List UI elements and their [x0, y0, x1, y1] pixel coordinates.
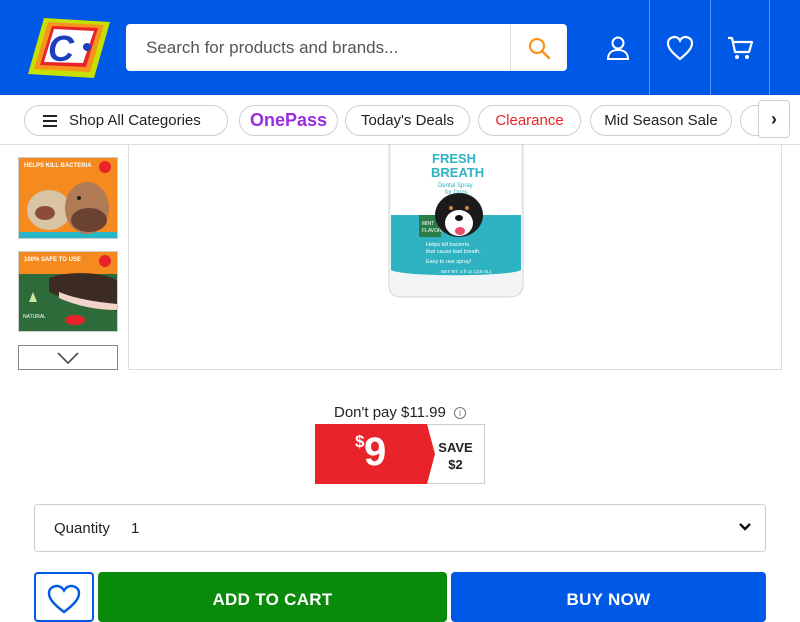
todays-deals-label: Today's Deals [361, 112, 454, 129]
chevron-right-icon: › [771, 108, 777, 129]
clearance-chip[interactable]: Clearance [478, 105, 581, 136]
save-amount: $2 [448, 457, 463, 472]
menu-icon [43, 114, 57, 127]
main-product-image[interactable]: FRESH BREATH Dental Spray for Dogs MINT … [128, 144, 782, 370]
price-amount: 9 [364, 430, 387, 474]
todays-deals-chip[interactable]: Today's Deals [345, 105, 470, 136]
heart-icon [47, 584, 81, 614]
gallery-thumbnail-2[interactable]: 100% SAFE TO USE NATURAL [18, 251, 118, 332]
clearance-label: Clearance [495, 112, 564, 129]
search-icon [528, 37, 551, 59]
product-title-2: BREATH [431, 165, 484, 180]
net-weight: NET WT. 4 fl oz (118 mL) [441, 269, 492, 274]
wishlist-button[interactable] [649, 0, 709, 95]
account-button[interactable] [588, 0, 648, 95]
add-to-wishlist-button[interactable] [34, 572, 94, 622]
heart-icon [666, 35, 693, 60]
logo-letter: C [48, 28, 75, 69]
thumb2-caption: 100% SAFE TO USE [24, 257, 81, 263]
brand-logo[interactable]: C [26, 16, 112, 80]
flavor-line-1: MINT [422, 221, 434, 227]
shop-all-categories-button[interactable]: Shop All Categories [24, 105, 228, 136]
site-header: C Search for products and brands... [0, 0, 800, 95]
add-to-cart-button[interactable]: ADD TO CART [98, 572, 447, 622]
mid-season-sale-chip[interactable]: Mid Season Sale [590, 105, 732, 136]
was-price: Don't pay $11.99 i [0, 404, 800, 421]
save-label: SAVE [438, 440, 473, 455]
buy-now-button[interactable]: BUY NOW [451, 572, 766, 622]
chevron-down-icon [57, 351, 79, 364]
gallery-scroll-down-button[interactable] [18, 345, 118, 370]
claim-line-3: Easy to use spray! [426, 259, 472, 265]
info-icon[interactable]: i [454, 407, 466, 419]
save-badge: SAVE $2 [427, 424, 485, 484]
claim-line-2: that cause bad breath. [426, 249, 481, 255]
search-button[interactable] [510, 24, 567, 71]
search-input[interactable]: Search for products and brands... [146, 38, 398, 58]
gallery-thumbnail-1[interactable]: HELPS KILL BACTERIA [18, 157, 118, 239]
thumb2-badge: NATURAL [23, 314, 46, 320]
chevron-down-icon [739, 518, 751, 535]
quantity-select[interactable]: Quantity 1 [34, 504, 766, 552]
nav-scroll-right-button[interactable]: › [758, 100, 790, 138]
quantity-label: Quantity [54, 520, 110, 537]
onepass-chip[interactable]: OnePass [239, 105, 338, 136]
onepass-label: OnePass [249, 110, 328, 130]
quantity-value: 1 [131, 520, 140, 537]
product-title-1: FRESH [432, 151, 476, 166]
shop-all-label: Shop All Categories [69, 112, 201, 129]
price-box: $ 9 SAVE $2 [315, 424, 485, 484]
cart-button[interactable] [710, 0, 770, 95]
was-price-text: Don't pay $11.99 [333, 404, 446, 421]
category-nav: Shop All Categories OnePass Today's Deal… [0, 95, 800, 145]
price-tag: $ 9 [315, 424, 435, 484]
account-icon [606, 36, 630, 60]
cart-icon [728, 36, 754, 59]
claim-line-1: Helps kill bacteria [426, 242, 470, 248]
mid-season-label: Mid Season Sale [604, 112, 718, 129]
thumb1-caption: HELPS KILL BACTERIA [24, 163, 92, 169]
product-subtitle-1: Dental Spray [438, 183, 473, 189]
search-bar[interactable]: Search for products and brands... [126, 24, 567, 71]
flavor-line-2: FLAVOR [422, 228, 442, 234]
